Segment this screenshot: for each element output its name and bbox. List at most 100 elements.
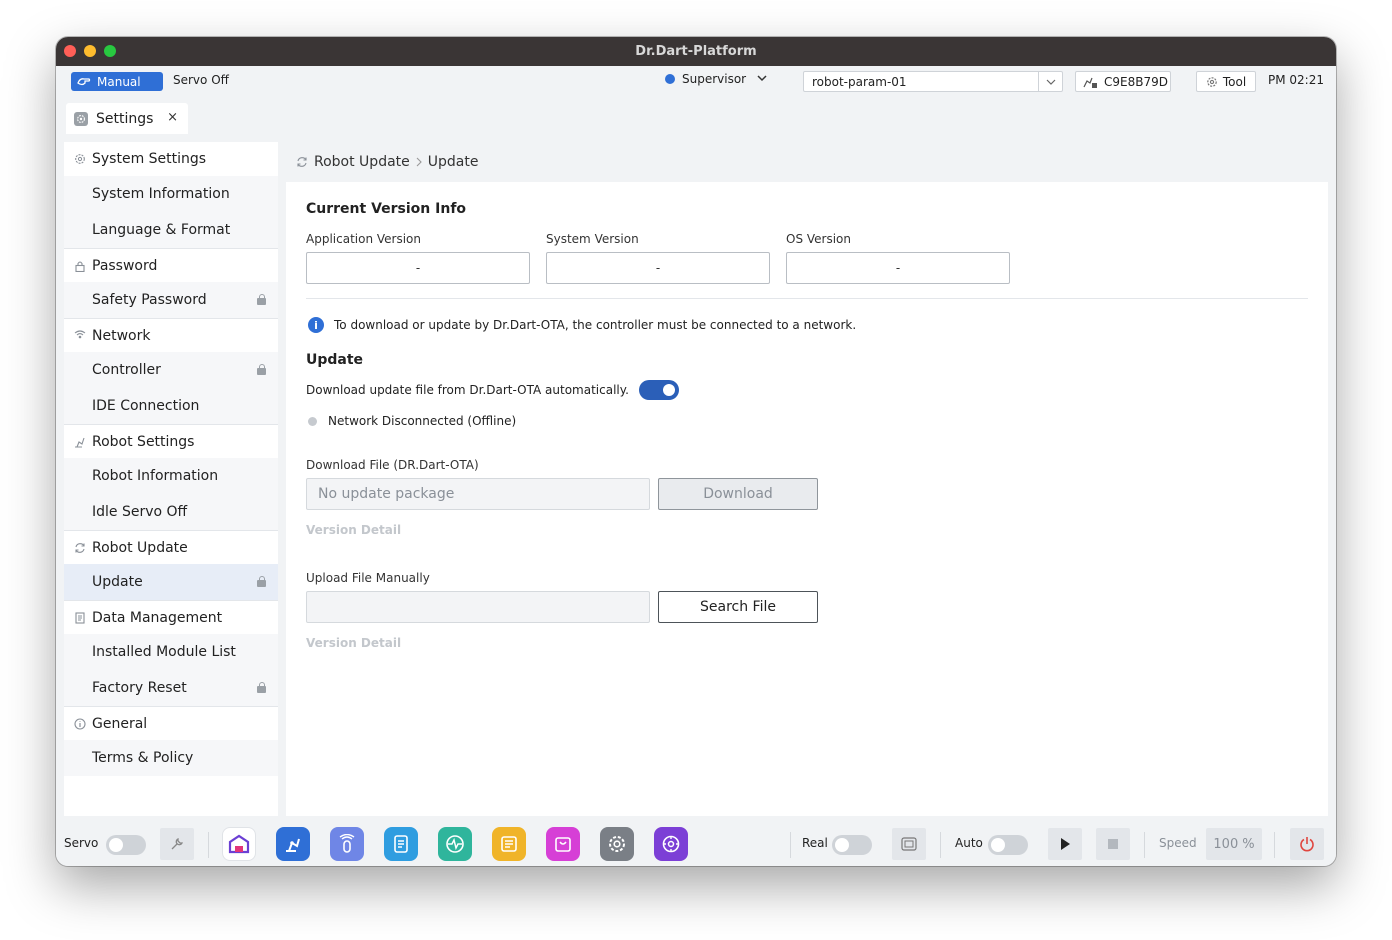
auto-download-row: Download update file from Dr.Dart-OTA au… <box>306 380 679 400</box>
lock-icon <box>257 364 266 375</box>
sidebar-item-label: Robot Information <box>92 468 219 484</box>
bottom-toolbar: Servo Real Auto Speed 100 % <box>56 824 1336 866</box>
power-button[interactable] <box>1290 828 1324 860</box>
settings-app-button[interactable] <box>600 827 634 861</box>
program-app-button[interactable] <box>384 827 418 861</box>
wrench-button[interactable] <box>160 828 194 860</box>
breadcrumb-parent[interactable]: Robot Update <box>314 154 410 170</box>
auto-label: Auto <box>955 836 983 850</box>
close-window-button[interactable] <box>64 45 76 57</box>
speed-input[interactable]: 100 % <box>1206 828 1262 860</box>
sidebar-group-robot-settings[interactable]: Robot Settings <box>64 424 278 458</box>
close-tab-icon[interactable]: × <box>167 110 178 125</box>
upload-file-field[interactable] <box>306 591 650 623</box>
download-file-field: No update package <box>306 478 650 510</box>
chevron-down-icon <box>757 75 767 82</box>
3d-view-button[interactable] <box>892 828 926 860</box>
sidebar-item-update[interactable]: Update <box>64 564 278 600</box>
tool-button[interactable]: Tool <box>1196 71 1256 92</box>
gear-icon <box>74 153 86 165</box>
settings-sidebar: System Settings System Information Langu… <box>64 142 278 816</box>
sidebar-item-terms-policy[interactable]: Terms & Policy <box>64 740 278 776</box>
auto-download-toggle[interactable] <box>638 380 679 400</box>
sidebar-item-label: System Information <box>92 186 230 202</box>
sidebar-item-language-format[interactable]: Language & Format <box>64 212 278 248</box>
version-detail-link-upload[interactable]: Version Detail <box>306 636 401 650</box>
sidebar-item-ide-connection[interactable]: IDE Connection <box>64 388 278 424</box>
sidebar-item-label: Factory Reset <box>92 680 187 696</box>
sidebar-item-controller[interactable]: Controller <box>64 352 278 388</box>
robot-app-button[interactable] <box>276 827 310 861</box>
role-selector[interactable]: Supervisor <box>665 72 771 86</box>
document-icon <box>74 611 86 624</box>
version-detail-link[interactable]: Version Detail <box>306 523 401 537</box>
monitor-app-button[interactable] <box>438 827 472 861</box>
robot-arm-icon <box>74 436 86 448</box>
tab-settings[interactable]: Settings × <box>66 103 188 134</box>
refresh-icon <box>74 542 86 554</box>
download-button[interactable]: Download <box>658 478 818 510</box>
sidebar-group-label: Password <box>92 257 158 274</box>
play-button[interactable] <box>1048 828 1082 860</box>
breadcrumb-current: Update <box>427 154 479 170</box>
tab-label: Settings <box>96 110 154 127</box>
sidebar-group-general[interactable]: General <box>64 706 278 740</box>
sidebar-group-robot-update[interactable]: Robot Update <box>64 530 278 564</box>
servo-state-text: Servo Off <box>173 73 229 87</box>
lock-icon <box>257 576 266 587</box>
network-notice: i To download or update by Dr.Dart-OTA, … <box>308 317 856 333</box>
notes-app-button[interactable] <box>492 827 526 861</box>
sidebar-item-installed-module-list[interactable]: Installed Module List <box>64 634 278 670</box>
sidebar-group-password[interactable]: Password <box>64 248 278 282</box>
stop-button[interactable] <box>1096 828 1130 860</box>
clock: PM 02:21 <box>1268 73 1324 87</box>
notes-icon <box>501 836 517 852</box>
app-version-field: - <box>306 252 530 284</box>
sidebar-item-label: Controller <box>92 362 161 378</box>
manual-mode-button[interactable]: Manual <box>71 72 163 91</box>
hand-icon <box>77 77 91 85</box>
lock-icon <box>74 260 86 272</box>
sidebar-item-label: IDE Connection <box>92 398 200 414</box>
servo-label: Servo <box>64 836 99 850</box>
sidebar-item-system-information[interactable]: System Information <box>64 176 278 212</box>
chevron-down-icon <box>1038 72 1062 91</box>
toolbar-divider <box>940 832 941 858</box>
sidebar-item-robot-information[interactable]: Robot Information <box>64 458 278 494</box>
store-app-button[interactable] <box>546 827 580 861</box>
search-file-button[interactable]: Search File <box>658 591 818 623</box>
sidebar-group-label: Data Management <box>92 609 223 626</box>
sidebar-item-label: Language & Format <box>92 222 231 238</box>
os-version-value: - <box>895 261 901 275</box>
robot-param-select[interactable]: robot-param-01 <box>803 71 1063 92</box>
os-version-field: - <box>786 252 1010 284</box>
remote-app-button[interactable] <box>330 827 364 861</box>
home-app-button[interactable] <box>222 827 256 861</box>
sidebar-group-data-management[interactable]: Data Management <box>64 600 278 634</box>
sidebar-group-label: Robot Update <box>92 539 188 556</box>
network-icon <box>74 329 86 342</box>
remote-icon <box>339 834 355 853</box>
document-icon <box>394 835 408 853</box>
jog-app-button[interactable] <box>654 827 688 861</box>
sidebar-item-idle-servo-off[interactable]: Idle Servo Off <box>64 494 278 530</box>
sidebar-item-factory-reset[interactable]: Factory Reset <box>64 670 278 706</box>
serial-value: C9E8B79D <box>1104 74 1168 89</box>
real-mode-toggle[interactable] <box>832 835 872 855</box>
info-icon <box>74 717 86 730</box>
sidebar-group-label: General <box>92 715 148 732</box>
controller-serial[interactable]: C9E8B79D <box>1075 71 1171 92</box>
sidebar-group-system-settings[interactable]: System Settings <box>64 142 278 176</box>
robot-param-value: robot-param-01 <box>812 74 907 89</box>
toolbar-divider <box>208 832 209 858</box>
robot-lock-icon <box>1083 77 1097 88</box>
maximize-window-button[interactable] <box>104 45 116 57</box>
sidebar-item-safety-password[interactable]: Safety Password <box>64 282 278 318</box>
network-status-row: Network Disconnected (Offline) <box>308 414 516 428</box>
speed-unit: % <box>1242 836 1255 852</box>
auto-mode-toggle[interactable] <box>988 835 1028 855</box>
minimize-window-button[interactable] <box>84 45 96 57</box>
servo-toggle[interactable] <box>106 835 146 855</box>
gear-icon <box>1207 76 1217 87</box>
sidebar-group-network[interactable]: Network <box>64 318 278 352</box>
